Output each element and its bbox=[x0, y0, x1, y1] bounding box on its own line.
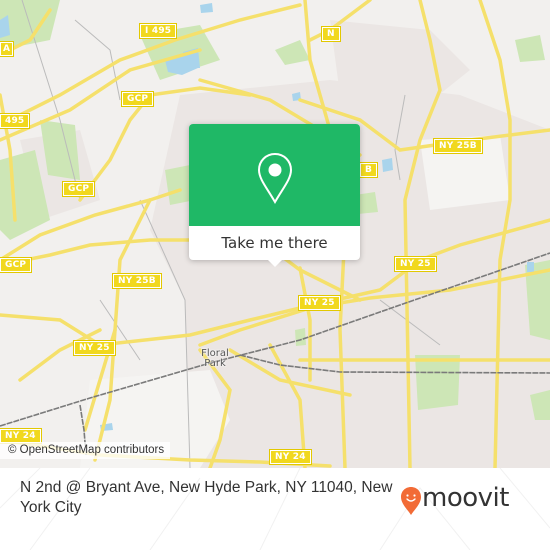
road-shield-gcp-left: GCP bbox=[0, 258, 32, 272]
road-shield-ny25b-left: NY 25B bbox=[113, 274, 161, 288]
footer: N 2nd @ Bryant Ave, New Hyde Park, NY 11… bbox=[0, 468, 550, 550]
road-shield-ny24-bottom: NY 24 bbox=[270, 450, 311, 464]
road-shield-i495-left: 495 bbox=[0, 114, 30, 128]
road-shield-n: N bbox=[322, 27, 340, 41]
road-shield-ny25b-right: NY 25B bbox=[434, 139, 482, 153]
map-pin-icon bbox=[257, 152, 293, 204]
take-me-there-button[interactable]: Take me there bbox=[189, 226, 360, 260]
road-shield-ny25-center: NY 25 bbox=[299, 296, 340, 310]
stop-address: N 2nd @ Bryant Ave, New Hyde Park, NY 11… bbox=[20, 479, 393, 516]
popup-header bbox=[189, 124, 360, 226]
moovit-logo[interactable]: moovit bbox=[400, 482, 520, 522]
road-shield-a-edge: A bbox=[0, 42, 14, 56]
place-label-floral-park: Floral Park bbox=[201, 348, 229, 369]
road-shield-gcp-top: GCP bbox=[122, 92, 154, 106]
road-shield-i495: I 495 bbox=[140, 24, 177, 38]
road-shield-ny25b-partial: B bbox=[360, 163, 378, 177]
road-shield-gcp-mid: GCP bbox=[63, 182, 95, 196]
road-shield-ny25-right: NY 25 bbox=[395, 257, 436, 271]
destination-popup: Take me there bbox=[189, 124, 360, 267]
moovit-wordmark: moovit bbox=[422, 483, 509, 513]
map-view[interactable]: I 495 N 495 GCP GCP GCP NY 25B B NY 25B … bbox=[0, 0, 550, 468]
map-attribution[interactable]: © OpenStreetMap contributors bbox=[0, 442, 171, 459]
road-shield-ny24-left: NY 24 bbox=[0, 429, 41, 443]
road-shield-ny25-left: NY 25 bbox=[74, 341, 115, 355]
popup-pointer bbox=[267, 259, 283, 267]
moovit-smiley-pin-icon bbox=[401, 487, 421, 515]
